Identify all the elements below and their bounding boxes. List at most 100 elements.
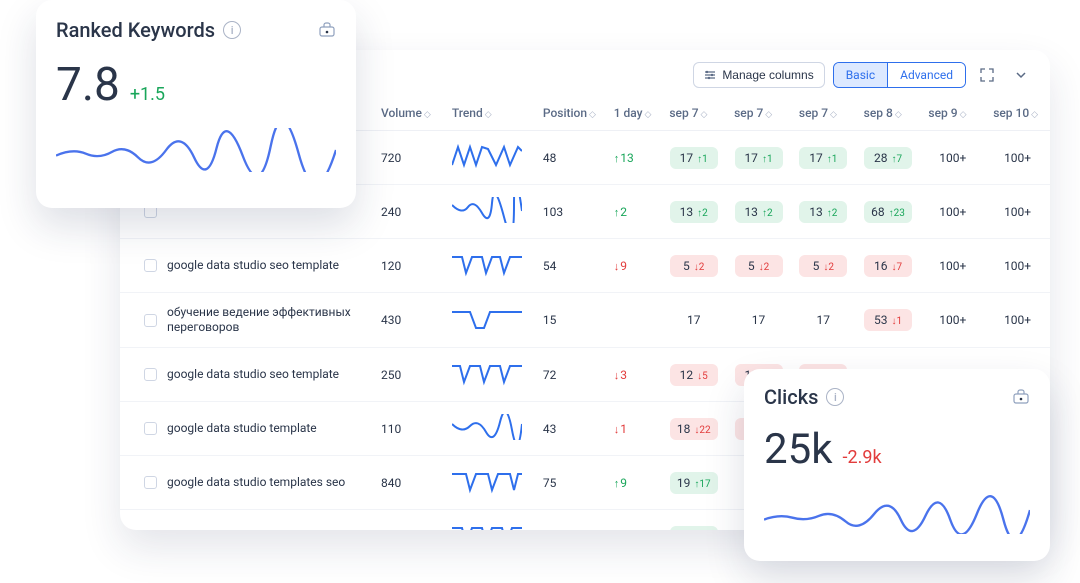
keyword-text: google data studio templates seo: [167, 529, 345, 530]
history-cell: 100+: [920, 293, 985, 348]
volume-cell: 120: [373, 239, 444, 293]
position-cell: 48: [535, 131, 606, 185]
history-cell: 100+: [920, 131, 985, 185]
position-cell: 15: [535, 293, 606, 348]
clicks-value: 25k: [764, 425, 833, 474]
col-hist-5[interactable]: sep 10◇: [985, 96, 1050, 131]
info-icon[interactable]: i: [826, 388, 844, 406]
history-cell: 17↑1: [791, 131, 856, 185]
col-one-day[interactable]: 1 day◇: [606, 96, 662, 131]
table-row: обучение ведение эффективных переговоров…: [120, 293, 1050, 348]
col-trend[interactable]: Trend◇: [444, 96, 535, 131]
keyword-text: google data studio template: [167, 421, 317, 436]
keyword-text: google data studio seo template: [167, 367, 339, 382]
volume-cell: 250: [373, 348, 444, 402]
keyword-text: google data studio seo template: [167, 258, 339, 273]
position-cell: 54: [535, 239, 606, 293]
volume-cell: 240: [373, 185, 444, 239]
trend-cell: [444, 510, 535, 531]
history-cell: 16↓7: [856, 239, 921, 293]
history-cell: 17↑1: [661, 510, 726, 531]
ranked-keywords-sparkline: [56, 128, 336, 172]
history-cell: 13↑2: [661, 185, 726, 239]
manage-columns-button[interactable]: Manage columns: [693, 62, 824, 88]
one-day-cell: ↑9: [606, 456, 662, 510]
ranked-keywords-value: 7.8: [56, 58, 120, 112]
history-cell: 100+: [920, 185, 985, 239]
row-checkbox[interactable]: [144, 422, 157, 435]
row-checkbox[interactable]: [144, 368, 157, 381]
history-cell: 100+: [985, 131, 1050, 185]
keyword-cell: обучение ведение эффективных переговоров: [144, 305, 364, 335]
position-cell: 43: [535, 402, 606, 456]
history-cell: 17↑1: [726, 131, 791, 185]
one-day-cell: ↓1: [606, 402, 662, 456]
history-cell: 13↑2: [791, 185, 856, 239]
one-day-cell: ↑13: [606, 131, 662, 185]
history-cell: 19↑17: [661, 456, 726, 510]
one-day-cell: [606, 293, 662, 348]
position-cell: 75: [535, 456, 606, 510]
history-cell: 5↓2: [661, 239, 726, 293]
col-volume[interactable]: Volume◇: [373, 96, 444, 131]
keyword-cell: google data studio template: [144, 421, 364, 436]
volume-cell: 110: [373, 402, 444, 456]
clicks-card: Clicks i 25k -2.9k: [744, 369, 1050, 561]
history-cell: 100+: [920, 239, 985, 293]
trend-cell: [444, 402, 535, 456]
trend-cell: [444, 131, 535, 185]
info-icon[interactable]: i: [223, 21, 241, 39]
history-cell: 17: [661, 293, 726, 348]
ranked-keywords-card: Ranked Keywords i 7.8 +1.5: [36, 0, 356, 208]
history-cell: 5↓2: [791, 239, 856, 293]
view-toggle: Basic Advanced: [833, 62, 966, 88]
history-cell: 17↑1: [661, 131, 726, 185]
manage-columns-label: Manage columns: [722, 68, 813, 82]
history-cell: 28↑7: [856, 131, 921, 185]
one-day-cell: [606, 510, 662, 531]
ranked-keywords-delta: +1.5: [130, 84, 165, 105]
basic-toggle[interactable]: Basic: [834, 63, 887, 87]
position-cell: 103: [535, 185, 606, 239]
row-checkbox[interactable]: [144, 314, 157, 327]
history-cell: 17: [791, 293, 856, 348]
keyword-cell: google data studio seo template: [144, 367, 364, 382]
history-cell: 100+: [985, 185, 1050, 239]
keyword-text: google data studio templates seo: [167, 475, 345, 490]
one-day-cell: ↑2: [606, 185, 662, 239]
position-cell: 72: [535, 348, 606, 402]
history-cell: 18↓22: [661, 402, 726, 456]
col-hist-3[interactable]: sep 8◇: [856, 96, 921, 131]
ranked-keywords-title: Ranked Keywords i: [56, 18, 241, 42]
col-hist-2[interactable]: sep 7◇: [791, 96, 856, 131]
history-cell: 12↓5: [661, 348, 726, 402]
sliders-icon: [704, 69, 716, 81]
chevron-down-icon[interactable]: [1008, 62, 1034, 88]
keyword-text: обучение ведение эффективных переговоров: [167, 305, 364, 335]
history-cell: 100+: [985, 239, 1050, 293]
row-checkbox[interactable]: [144, 476, 157, 489]
col-hist-1[interactable]: sep 7◇: [726, 96, 791, 131]
one-day-cell: ↓3: [606, 348, 662, 402]
keyword-cell: google data studio seo template: [144, 258, 364, 273]
keyword-cell: google data studio templates seo: [144, 475, 364, 490]
col-hist-4[interactable]: sep 9◇: [920, 96, 985, 131]
trend-cell: [444, 185, 535, 239]
keyword-cell: google data studio templates seo: [144, 529, 364, 530]
table-row: google data studio seo template120 54↓95…: [120, 239, 1050, 293]
history-cell: 17: [726, 293, 791, 348]
row-checkbox[interactable]: [144, 259, 157, 272]
col-hist-0[interactable]: sep 7◇: [661, 96, 726, 131]
expand-icon[interactable]: [974, 62, 1000, 88]
col-position[interactable]: Position◇: [535, 96, 606, 131]
volume-cell: 430: [373, 293, 444, 348]
volume-cell: 720: [373, 131, 444, 185]
history-cell: 68↑23: [856, 185, 921, 239]
history-cell: 53↓1: [856, 293, 921, 348]
history-cell: 100+: [985, 293, 1050, 348]
clicks-delta: -2.9k: [843, 447, 882, 468]
volume-cell: 250: [373, 510, 444, 531]
trend-cell: [444, 239, 535, 293]
advanced-toggle[interactable]: Advanced: [887, 63, 965, 87]
trend-cell: [444, 456, 535, 510]
